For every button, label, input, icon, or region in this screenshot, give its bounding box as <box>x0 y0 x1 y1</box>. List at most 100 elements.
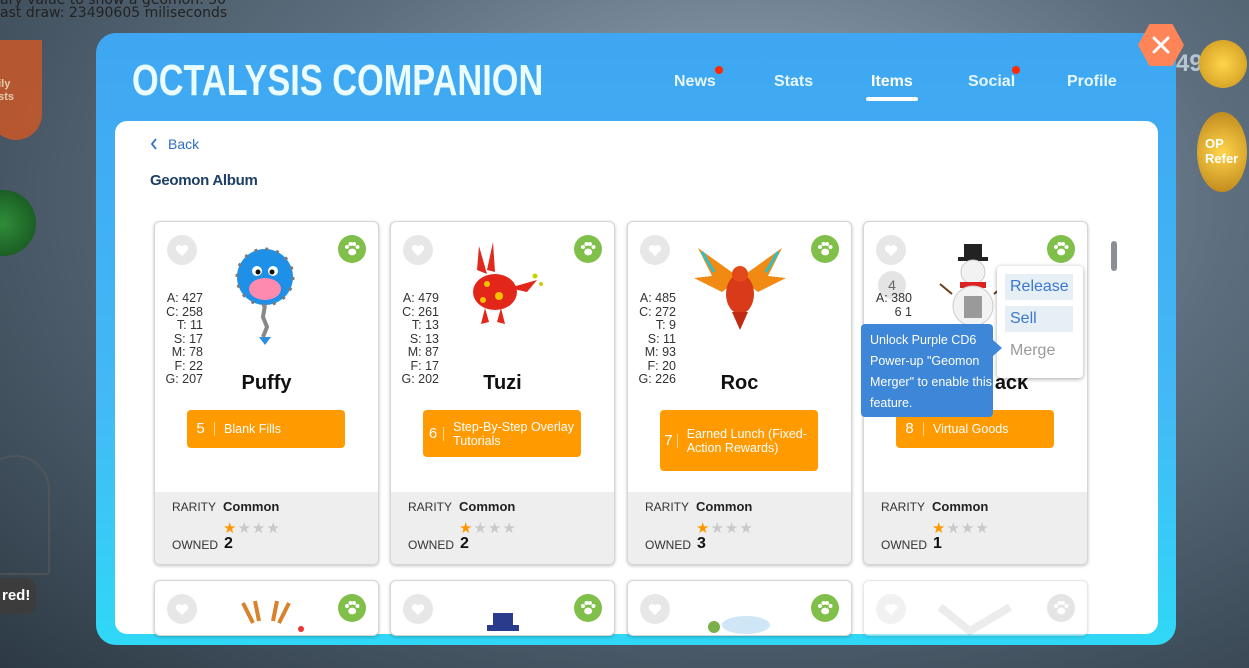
stat-line: C: 258 <box>166 304 203 319</box>
core-drive-label: Blank Fills <box>224 422 281 436</box>
app-title: OCTALYSIS COMPANION <box>132 56 544 105</box>
core-drive-badge: 7 Earned Lunch (Fixed-Action Rewards) <box>660 410 818 471</box>
merge-locked-tooltip: Unlock Purple CD6 Power-up "Geomon Merge… <box>861 324 1002 417</box>
star-icon: ★ <box>237 520 252 537</box>
favorite-button[interactable] <box>876 235 906 265</box>
tab-items[interactable]: Items <box>871 73 913 97</box>
core-drive-number: 7 <box>660 433 678 448</box>
core-drive-label: Earned Lunch (Fixed-Action Rewards) <box>686 426 807 455</box>
stat-line: T: 11 <box>176 318 203 332</box>
geomon-image <box>241 600 304 632</box>
stat-line: M: 87 <box>407 345 439 359</box>
bg-cage <box>0 455 50 575</box>
release-menu-button[interactable] <box>811 235 839 263</box>
rarity-label: RARITY <box>645 500 690 514</box>
heart-icon <box>175 244 189 256</box>
geomon-name: Tuzi <box>483 372 522 394</box>
owned-count: 1 <box>933 535 942 552</box>
star-icon: ★ <box>739 520 754 537</box>
rarity-value: Common <box>223 499 280 514</box>
release-menu-item[interactable]: Release <box>1005 274 1073 300</box>
paw-icon <box>1054 601 1069 615</box>
rarity-value: Common <box>696 499 753 514</box>
core-drive-badge: 6 Step-By-Step Overlay Tutorials <box>423 410 581 457</box>
owned-label: OWNED <box>172 538 218 552</box>
favorite-button[interactable] <box>403 235 433 265</box>
stat-line: F: 20 <box>647 358 677 373</box>
geomon-image <box>473 242 543 324</box>
stat-line: M: 78 <box>171 345 203 359</box>
paw-icon <box>1054 242 1069 256</box>
paw-icon <box>345 601 360 615</box>
favorite-button[interactable] <box>403 594 433 624</box>
release-menu-button[interactable] <box>574 235 602 263</box>
geomon-name: Roc <box>720 372 759 394</box>
release-menu-button[interactable] <box>338 594 366 622</box>
favorite-button[interactable] <box>167 594 197 624</box>
card-footer: RARITY Common ★★★★ OWNED 2 <box>391 492 614 564</box>
active-tab-underline <box>866 97 918 101</box>
release-menu-button[interactable] <box>1047 235 1075 263</box>
bg-green-orb <box>0 190 36 256</box>
owned-label: OWNED <box>881 538 927 552</box>
close-icon <box>1152 36 1170 54</box>
star-icon: ★ <box>724 520 740 537</box>
geomon-card[interactable] <box>627 580 852 636</box>
core-drive-number: 8 <box>896 421 924 436</box>
geomon-card[interactable]: A: 479 C: 261 T: 13 S: 13 M: 87 F: 17 G:… <box>390 221 615 565</box>
sell-menu-item[interactable]: Sell <box>1005 306 1073 332</box>
release-menu-button[interactable] <box>811 594 839 622</box>
heart-icon <box>884 603 898 615</box>
release-menu-button[interactable] <box>574 594 602 622</box>
geomon-image <box>708 616 770 634</box>
chevron-left-icon <box>150 138 157 150</box>
star-icon: ★ <box>473 520 488 537</box>
star-icon: ★ <box>502 520 517 537</box>
paw-icon <box>818 242 833 256</box>
owned-count: 3 <box>697 535 706 552</box>
bg-referral-text: OP Refer <box>1205 136 1239 166</box>
core-drive-label: Step-By-Step Overlay Tutorials <box>453 419 575 448</box>
favorite-button[interactable] <box>876 594 906 624</box>
tab-news[interactable]: News <box>674 73 716 97</box>
stat-line: 6 1 <box>894 304 912 319</box>
rarity-value: Common <box>459 499 516 514</box>
rarity-value: Common <box>932 499 989 514</box>
owned-count: 2 <box>224 535 233 552</box>
tab-social-label: Social <box>968 73 1016 90</box>
geomon-card[interactable] <box>390 580 615 636</box>
geomon-card[interactable]: A: 485 C: 272 T: 9 S: 11 M: 93 F: 20 G: … <box>627 221 852 565</box>
social-notification-dot <box>1010 64 1022 76</box>
favorite-button[interactable] <box>640 594 670 624</box>
stat-line: A: 479 <box>402 291 439 305</box>
owned-label: OWNED <box>645 538 691 552</box>
back-link[interactable]: Back <box>150 136 199 152</box>
stat-line: F: 22 <box>174 358 204 373</box>
geomon-card-locked[interactable] <box>863 580 1088 636</box>
geomon-name: Puffy <box>241 372 292 394</box>
favorite-button[interactable] <box>167 235 197 265</box>
tab-stats[interactable]: Stats <box>774 73 813 97</box>
tab-social[interactable]: Social <box>968 73 1015 97</box>
bg-referral-badge: OP Refer <box>1197 112 1247 192</box>
geomon-image <box>487 613 519 631</box>
geomon-card[interactable] <box>154 580 379 636</box>
star-icon: ★ <box>960 520 976 537</box>
scrollbar-thumb[interactable] <box>1111 241 1117 271</box>
merge-menu-item[interactable]: Merge <box>1005 338 1073 364</box>
stat-line: A: 380 <box>875 291 912 305</box>
paw-icon <box>581 601 596 615</box>
favorite-button[interactable] <box>640 235 670 265</box>
geomon-context-menu: Release Sell Merge <box>997 266 1083 378</box>
tab-profile[interactable]: Profile <box>1067 73 1117 97</box>
heart-icon <box>884 244 898 256</box>
owned-count: 2 <box>460 535 469 552</box>
release-menu-button[interactable] <box>1047 594 1075 622</box>
release-menu-button[interactable] <box>338 235 366 263</box>
paw-icon <box>345 242 360 256</box>
heart-icon <box>648 603 662 615</box>
geomon-card[interactable]: A: 427 C: 258 T: 11 S: 17 M: 78 F: 22 G:… <box>154 221 379 565</box>
heart-icon <box>411 244 425 256</box>
paw-icon <box>818 601 833 615</box>
star-icon: ★ <box>710 520 725 537</box>
